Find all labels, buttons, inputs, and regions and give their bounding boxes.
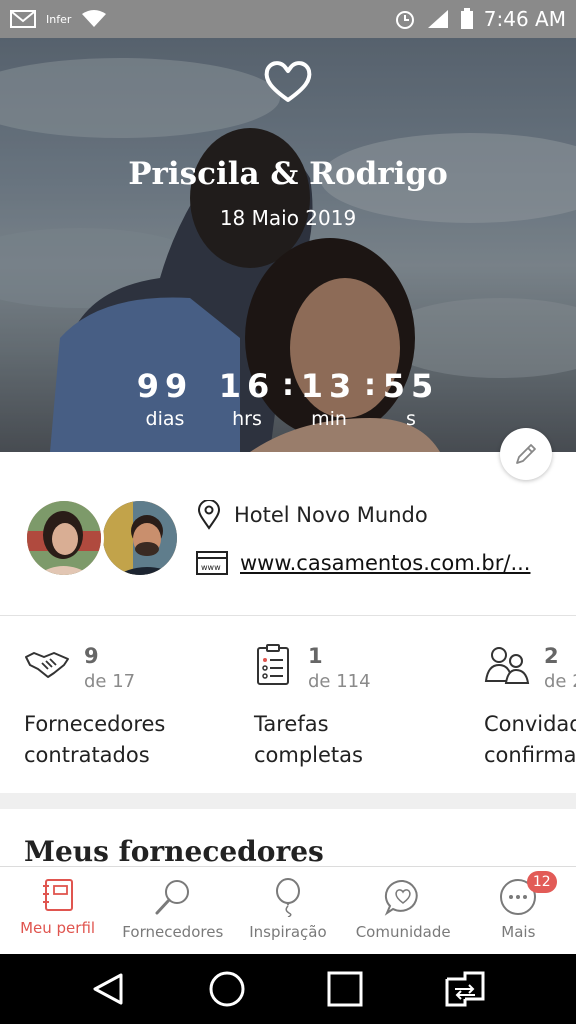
heart-icon xyxy=(264,61,312,102)
countdown-minutes-label: min xyxy=(311,408,347,430)
nav-label: Mais xyxy=(501,923,536,941)
nav-item-community[interactable]: Comunidade xyxy=(346,867,461,954)
countdown: 99 dias 16 hrs : 13 min : 55 s xyxy=(130,366,446,432)
venue[interactable]: Hotel Novo Mundo xyxy=(196,500,428,530)
gmail-icon xyxy=(10,9,36,29)
countdown-hours-value: 16 xyxy=(218,367,276,405)
countdown-days-value: 99 xyxy=(136,367,194,405)
stats-section: 9 de 17 Fornecedores contratados 1 de 11… xyxy=(0,617,576,793)
bottom-navigation: Meu perfil Fornecedores Inspiração Comun… xyxy=(0,866,576,954)
screen: Infer 7:46 AM Priscila & Rodrigo 18 Maio… xyxy=(0,0,576,1024)
wedding-info: Hotel Novo Mundo www www.casamentos.com.… xyxy=(0,452,576,616)
location-pin-icon xyxy=(197,500,221,530)
countdown-minutes: 13 min xyxy=(294,366,364,432)
carrier-label: Infer xyxy=(46,12,72,26)
website-link[interactable]: www www.casamentos.com.br/... xyxy=(196,550,530,576)
stat-guests[interactable]: 2 de 2 Convidados confirmados xyxy=(484,643,576,771)
status-bar: Infer 7:46 AM xyxy=(0,0,576,38)
avatar-bride[interactable] xyxy=(24,498,104,578)
balloon-icon xyxy=(275,878,300,917)
couple-hero: Priscila & Rodrigo 18 Maio 2019 99 dias … xyxy=(0,38,576,452)
nav-item-vendors[interactable]: Fornecedores xyxy=(115,867,230,954)
stat-vendors-total: de 17 xyxy=(84,671,136,692)
stat-vendors-label: Fornecedores xyxy=(24,712,166,736)
nav-item-profile[interactable]: Meu perfil xyxy=(0,867,115,954)
clock: 7:46 AM xyxy=(483,7,566,31)
browser-icon: www xyxy=(196,551,228,575)
switch-app-icon[interactable] xyxy=(443,969,487,1009)
stat-tasks-value: 1 xyxy=(308,644,323,668)
notebook-icon xyxy=(42,879,73,911)
stat-guests-label: confirmados xyxy=(484,743,576,767)
couple-names: Priscila & Rodrigo xyxy=(128,156,448,192)
nav-label: Inspiração xyxy=(249,923,327,941)
home-icon[interactable] xyxy=(207,969,247,1009)
countdown-days-label: dias xyxy=(145,408,185,430)
alarm-icon xyxy=(394,8,416,30)
venue-name: Hotel Novo Mundo xyxy=(234,503,428,527)
stat-vendors[interactable]: 9 de 17 Fornecedores contratados xyxy=(24,643,254,771)
recents-icon[interactable] xyxy=(325,969,365,1009)
nav-label: Fornecedores xyxy=(122,923,224,941)
countdown-separator: : xyxy=(282,368,294,403)
stat-vendors-value: 9 xyxy=(84,644,99,668)
nav-item-more[interactable]: 12 Mais xyxy=(461,867,576,954)
edit-button[interactable] xyxy=(500,428,552,480)
countdown-days: 99 dias xyxy=(130,366,200,432)
chat-heart-icon xyxy=(384,879,418,916)
search-icon xyxy=(155,880,189,915)
website-url: www.casamentos.com.br/... xyxy=(240,551,531,575)
section-divider xyxy=(0,793,576,809)
wifi-icon xyxy=(81,9,107,29)
handshake-icon xyxy=(25,652,69,678)
pencil-icon xyxy=(516,444,536,464)
stat-guests-value: 2 xyxy=(544,644,559,668)
stat-tasks-total: de 114 xyxy=(308,671,371,692)
checklist-icon xyxy=(257,644,289,685)
vendors-section: Meus fornecedores xyxy=(0,809,576,868)
countdown-separator: : xyxy=(364,368,376,403)
stat-vendors-label: contratados xyxy=(24,743,150,767)
notification-badge: 12 xyxy=(526,871,557,893)
stat-guests-total: de 2 xyxy=(544,671,576,692)
battery-icon xyxy=(460,8,474,30)
nav-label: Comunidade xyxy=(355,923,451,941)
countdown-hours-label: hrs xyxy=(232,408,262,430)
nav-label: Meu perfil xyxy=(20,919,96,937)
stat-tasks[interactable]: 1 de 114 Tarefas completas xyxy=(254,643,484,771)
guests-icon xyxy=(484,647,530,684)
back-icon[interactable] xyxy=(89,969,129,1009)
countdown-seconds: 55 s xyxy=(376,366,446,432)
section-title: Meus fornecedores xyxy=(24,835,324,868)
countdown-seconds-value: 55 xyxy=(382,367,440,405)
stat-tasks-label: Tarefas xyxy=(254,712,329,736)
wedding-date: 18 Maio 2019 xyxy=(219,206,357,230)
system-navigation-bar xyxy=(0,954,576,1024)
countdown-hours: 16 hrs xyxy=(212,366,282,432)
nav-item-inspiration[interactable]: Inspiração xyxy=(230,867,345,954)
stat-guests-label: Convidados xyxy=(484,712,576,736)
countdown-minutes-value: 13 xyxy=(300,367,358,405)
signal-icon xyxy=(426,8,450,30)
avatar-groom[interactable] xyxy=(100,498,180,578)
svg-text:www: www xyxy=(201,563,221,572)
countdown-seconds-label: s xyxy=(406,408,416,430)
stat-tasks-label: completas xyxy=(254,743,363,767)
